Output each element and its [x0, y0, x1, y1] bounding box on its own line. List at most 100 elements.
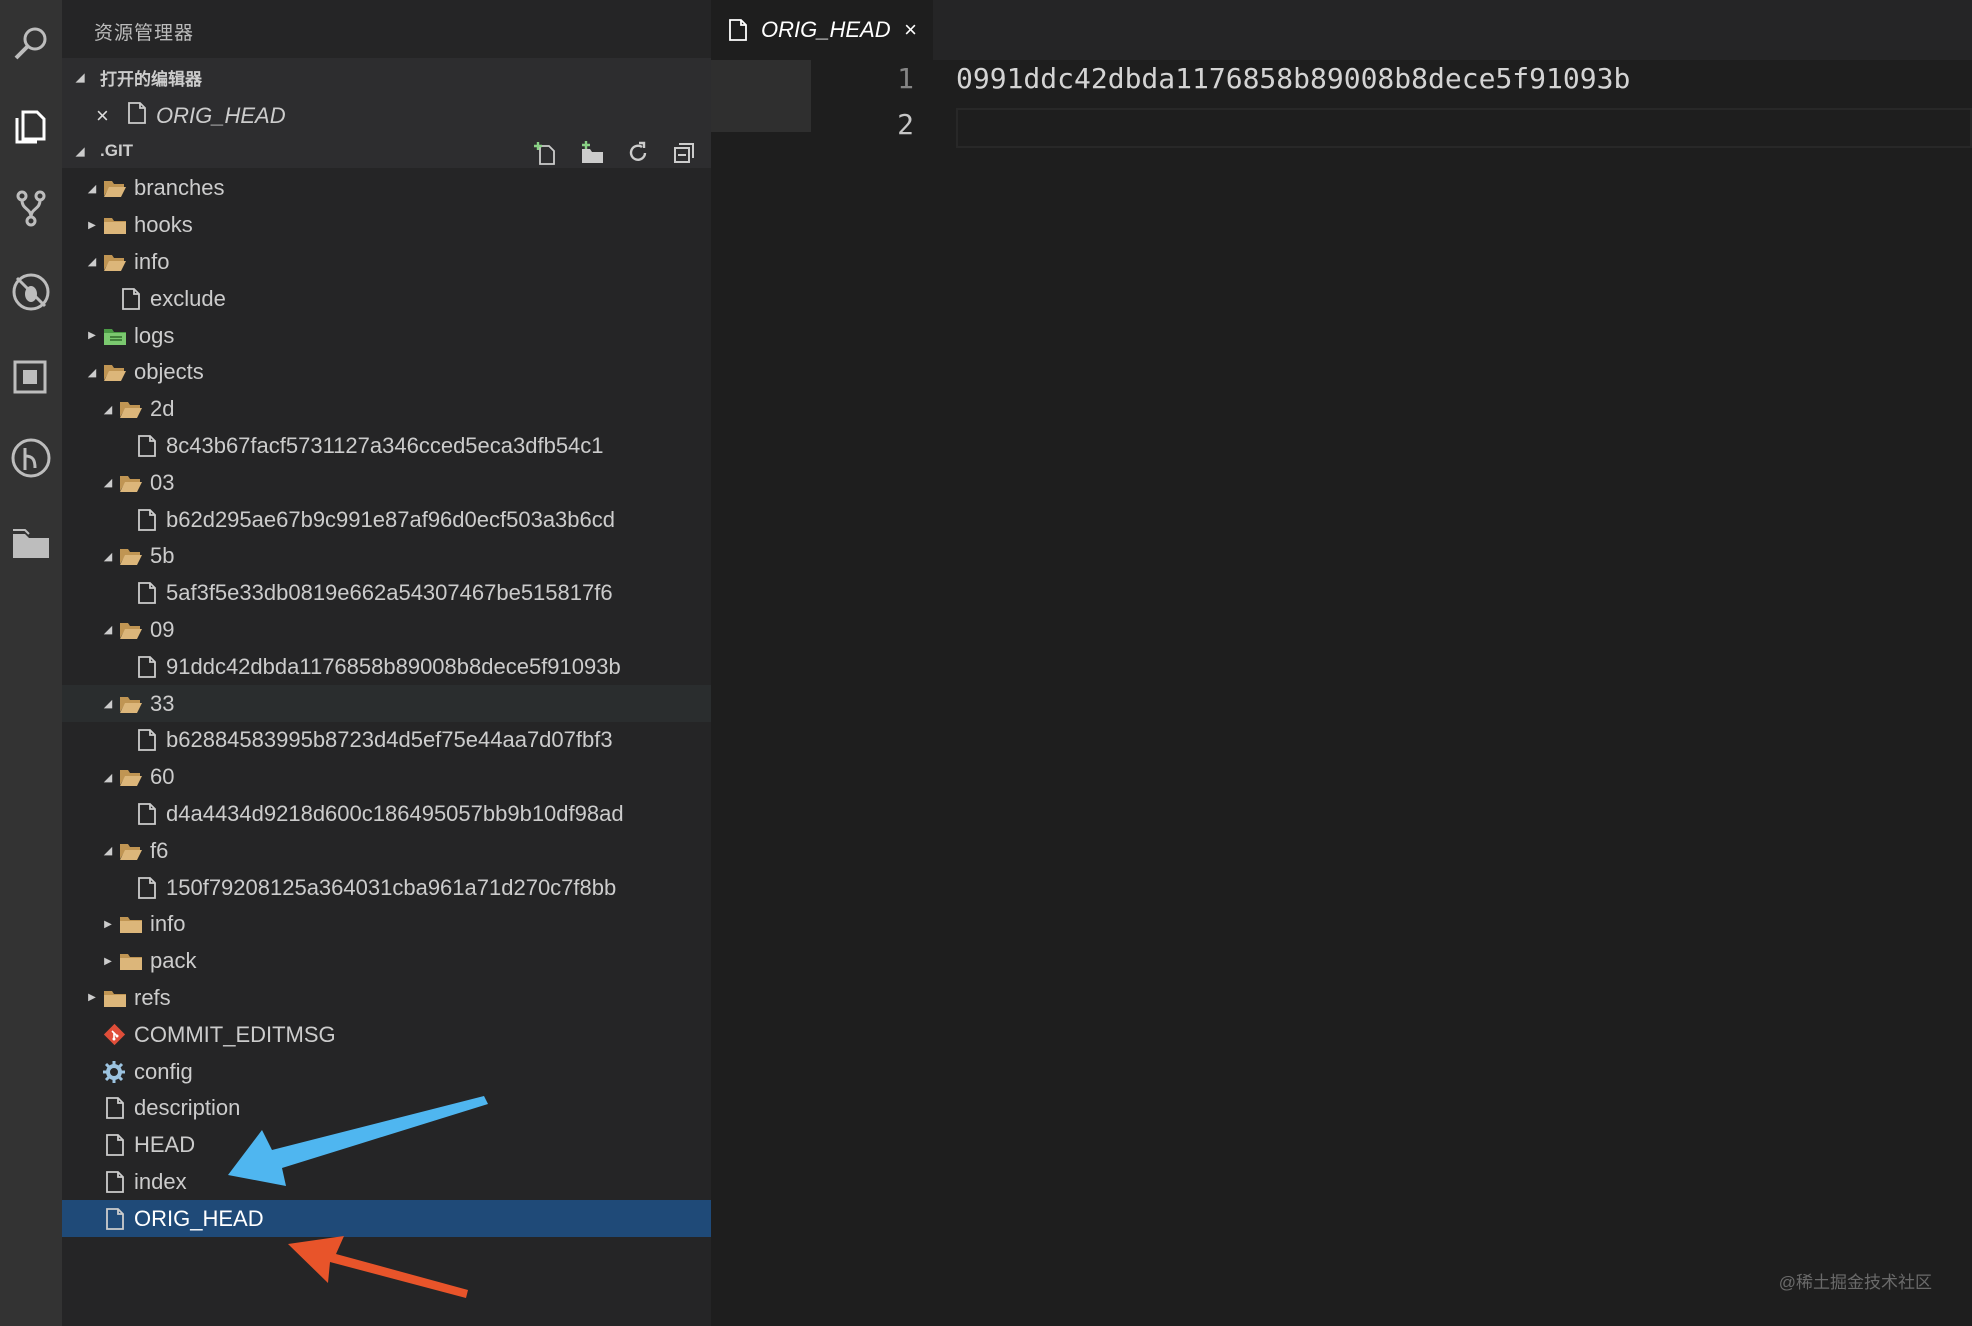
folder-icon [102, 175, 132, 201]
close-icon[interactable]: × [904, 17, 917, 43]
file-icon [118, 286, 148, 312]
chevron-down-icon[interactable]: ◢ [98, 771, 118, 784]
chevron-down-icon[interactable]: ◢ [98, 476, 118, 489]
tree-file-row[interactable]: config [62, 1053, 711, 1090]
tree-folder-row[interactable]: ◢ 33 [62, 685, 711, 722]
chevron-down-icon: ◢ [76, 71, 85, 84]
tree-folder-row[interactable]: ◢ info [62, 244, 711, 281]
chevron-right-icon[interactable]: ▶ [82, 992, 102, 1003]
chevron-down-icon[interactable]: ◢ [98, 403, 118, 416]
chevron-down-icon[interactable]: ◢ [98, 623, 118, 636]
file-icon [729, 19, 747, 41]
tree-item-label: b62884583995b8723d4d5ef75e44aa7d07fbf3 [166, 727, 613, 753]
open-editor-item[interactable]: × ORIG_HEAD [62, 98, 711, 134]
source-control-icon[interactable] [0, 178, 62, 238]
new-file-icon[interactable] [533, 140, 559, 166]
extensions-icon[interactable] [0, 346, 62, 406]
tree-item-label: 33 [150, 690, 175, 716]
refresh-icon[interactable] [625, 140, 651, 166]
collapse-all-icon[interactable] [671, 140, 697, 166]
folder-icon [102, 323, 132, 349]
tree-item-label: objects [134, 359, 204, 385]
git-history-icon[interactable] [0, 428, 62, 488]
tree-item-label: info [134, 248, 170, 274]
chevron-down-icon[interactable]: ◢ [82, 366, 102, 379]
folder-icon [118, 617, 148, 643]
tree-item-label: 5b [150, 543, 175, 569]
tree-file-row[interactable]: HEAD [62, 1127, 711, 1164]
chevron-down-icon[interactable]: ◢ [82, 255, 102, 268]
tree-item-label: b62d295ae67b9c991e87af96d0ecf503a3b6cd [166, 506, 615, 532]
tree-folder-row[interactable]: ◢ 2d [62, 391, 711, 428]
tree-file-row[interactable]: exclude [62, 280, 711, 317]
tree-item-label: COMMIT_EDITMSG [134, 1021, 336, 1047]
debug-icon[interactable] [0, 262, 62, 322]
file-icon [134, 580, 164, 606]
folder-icon[interactable] [0, 512, 62, 572]
tree-file-row[interactable]: description [62, 1090, 711, 1127]
tree-file-row[interactable]: b62884583995b8723d4d5ef75e44aa7d07fbf3 [62, 722, 711, 759]
minimap [711, 60, 811, 132]
tree-item-label: 09 [150, 616, 175, 642]
tree-file-row[interactable]: COMMIT_EDITMSG [62, 1016, 711, 1053]
tree-file-row[interactable]: b62d295ae67b9c991e87af96d0ecf503a3b6cd [62, 501, 711, 538]
tree-folder-row[interactable]: ▶ pack [62, 943, 711, 980]
tree-item-label: pack [150, 948, 197, 974]
folder-icon [118, 948, 148, 974]
tree-item-label: ORIG_HEAD [134, 1205, 264, 1231]
tree-file-row[interactable]: index [62, 1164, 711, 1201]
file-icon [134, 654, 164, 680]
tree-folder-row[interactable]: ◢ 09 [62, 612, 711, 649]
search-icon[interactable] [0, 14, 62, 74]
tree-file-row[interactable]: 5af3f5e33db0819e662a54307467be515817f6 [62, 575, 711, 612]
folder-icon [102, 359, 132, 385]
tree-item-label: 5af3f5e33db0819e662a54307467be515817f6 [166, 580, 613, 606]
file-icon [102, 1206, 132, 1232]
tree-folder-row[interactable]: ◢ 5b [62, 538, 711, 575]
chevron-right-icon[interactable]: ▶ [82, 330, 102, 341]
tree-folder-row[interactable]: ▶ refs [62, 980, 711, 1017]
tree-file-row[interactable]: 8c43b67facf5731127a346cced5eca3dfb54c1 [62, 428, 711, 465]
tree-file-row[interactable]: 150f79208125a364031cba961a71d270c7f8bb [62, 869, 711, 906]
tree-item-label: info [150, 911, 186, 937]
tree-folder-row[interactable]: ◢ objects [62, 354, 711, 391]
folder-icon [118, 838, 148, 864]
tree-item-label: logs [134, 322, 175, 348]
tree-folder-row[interactable]: ◢ branches [62, 170, 711, 207]
tree-item-label: 2d [150, 396, 175, 422]
tree-folder-row[interactable]: ▶ logs [62, 317, 711, 354]
tree-folder-row[interactable]: ◢ f6 [62, 832, 711, 869]
tree-item-label: hooks [134, 212, 193, 238]
folder-icon [118, 691, 148, 717]
folder-icon [118, 543, 148, 569]
tree-file-row[interactable]: 91ddc42dbda1176858b89008b8dece5f91093b [62, 648, 711, 685]
tree-file-row[interactable]: ORIG_HEAD [62, 1200, 711, 1238]
chevron-right-icon[interactable]: ▶ [98, 956, 118, 967]
chevron-down-icon[interactable]: ◢ [98, 844, 118, 857]
tree-file-row[interactable]: d4a4434d9218d600c186495057bb9b10df98ad [62, 796, 711, 833]
files-icon[interactable] [0, 96, 62, 156]
chevron-down-icon[interactable]: ◢ [98, 697, 118, 710]
tree-folder-row[interactable]: ◢ 03 [62, 464, 711, 501]
chevron-right-icon[interactable]: ▶ [82, 220, 102, 231]
chevron-right-icon[interactable]: ▶ [98, 919, 118, 930]
tab-orig-head[interactable]: ORIG_HEAD × [711, 0, 933, 60]
tree-item-label: description [134, 1095, 241, 1121]
close-icon[interactable]: × [96, 103, 116, 129]
tree-folder-row[interactable]: ▶ hooks [62, 207, 711, 244]
chevron-down-icon: ◢ [76, 145, 85, 158]
chevron-down-icon[interactable]: ◢ [82, 182, 102, 195]
open-editors-header[interactable]: ◢ 打开的编辑器 [62, 60, 711, 94]
code-line[interactable]: 0991ddc42dbda1176858b89008b8dece5f91093b [956, 62, 1630, 95]
new-folder-icon[interactable] [579, 140, 605, 166]
tree-folder-row[interactable]: ▶ info [62, 906, 711, 943]
current-line-highlight [956, 108, 1972, 148]
chevron-down-icon[interactable]: ◢ [98, 550, 118, 563]
folder-icon [118, 470, 148, 496]
tree-item-label: 03 [150, 469, 175, 495]
file-icon [134, 875, 164, 901]
open-editor-label: ORIG_HEAD [156, 103, 286, 128]
tree-folder-row[interactable]: ◢ 60 [62, 759, 711, 796]
tree-item-label: exclude [150, 285, 226, 311]
tree-item-label: HEAD [134, 1132, 196, 1158]
